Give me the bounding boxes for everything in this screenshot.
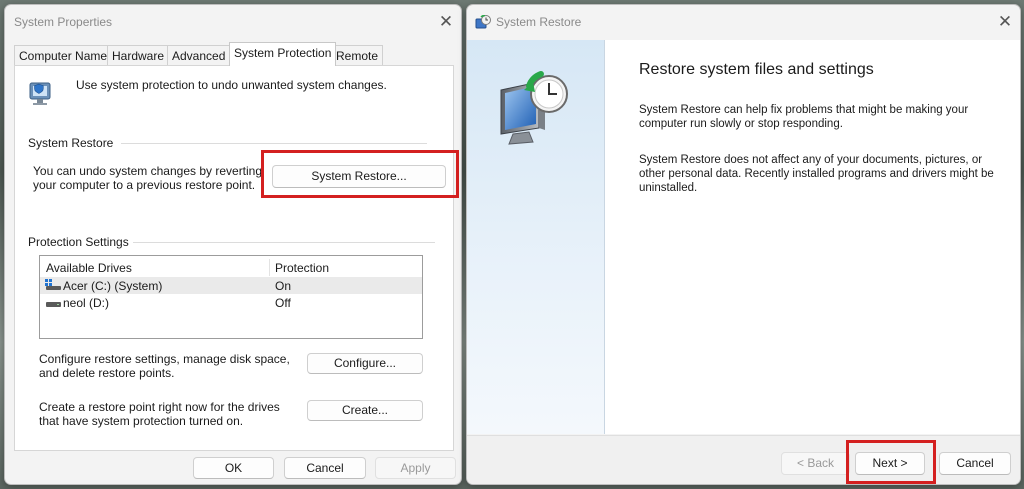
system-properties-window: System Properties ✕ Computer Name Hardwa…: [4, 4, 462, 485]
tab-computer-name[interactable]: Computer Name: [14, 45, 113, 65]
tab-advanced[interactable]: Advanced: [167, 45, 231, 65]
column-divider: [269, 259, 270, 276]
divider: [121, 143, 427, 144]
close-icon[interactable]: ✕: [994, 11, 1016, 33]
wizard-footer: < Back Next > Cancel: [467, 435, 1020, 484]
intro-text: Use system protection to undo unwanted s…: [76, 78, 387, 92]
table-row[interactable]: neol (D:) Off: [40, 294, 422, 311]
configure-button[interactable]: Configure...: [307, 353, 423, 374]
window-title: System Properties: [14, 15, 113, 29]
title-bar[interactable]: System Properties ✕: [5, 5, 461, 39]
system-restore-description: You can undo system changes by reverting…: [33, 164, 263, 192]
wizard-heading: Restore system files and settings: [639, 61, 874, 78]
wizard-paragraph-1: System Restore can help fix problems tha…: [639, 104, 969, 130]
highlight-box: [846, 440, 936, 484]
close-icon[interactable]: ✕: [435, 11, 457, 33]
configure-description: Configure restore settings, manage disk …: [39, 352, 290, 380]
create-description: Create a restore point right now for the…: [39, 400, 280, 428]
create-button[interactable]: Create...: [307, 400, 423, 421]
title-bar[interactable]: System Restore ✕: [467, 5, 1020, 39]
ok-button[interactable]: OK: [193, 457, 274, 479]
table-row[interactable]: Acer (C:) (System) On: [40, 277, 422, 294]
back-button[interactable]: < Back: [781, 452, 850, 475]
tab-system-protection[interactable]: System Protection: [229, 42, 337, 66]
drive-name: Acer (C:) (System): [63, 279, 163, 293]
tab-hardware[interactable]: Hardware: [107, 45, 170, 65]
drives-list[interactable]: Available Drives Protection Acer (C:) (S…: [39, 255, 423, 339]
protection-settings-heading: Protection Settings: [28, 235, 129, 249]
highlight-box: [261, 150, 459, 198]
system-restore-window: System Restore ✕ Restore system files an…: [466, 4, 1021, 485]
wizard-content: Restore system files and settings System…: [605, 40, 1020, 434]
system-restore-heading: System Restore: [28, 136, 114, 150]
system-restore-hero-icon: [493, 68, 579, 154]
list-header: Available Drives Protection: [40, 259, 422, 276]
system-restore-icon: [475, 14, 491, 31]
system-protection-icon: [27, 77, 57, 109]
drive-protection: Off: [275, 296, 291, 310]
drive-name: neol (D:): [63, 296, 110, 310]
drive-icon: [45, 298, 61, 308]
window-title: System Restore: [496, 15, 582, 29]
column-header-drives[interactable]: Available Drives: [46, 261, 132, 275]
wizard-sidebar: [467, 40, 605, 434]
system-drive-icon: [45, 279, 61, 291]
apply-button[interactable]: Apply: [375, 457, 456, 479]
tab-remote[interactable]: Remote: [331, 45, 384, 65]
drive-protection: On: [275, 279, 292, 293]
divider: [133, 242, 435, 243]
cancel-button[interactable]: Cancel: [284, 457, 366, 479]
column-header-protection[interactable]: Protection: [275, 261, 329, 275]
cancel-button[interactable]: Cancel: [939, 452, 1011, 475]
wizard-paragraph-2: System Restore does not affect any of yo…: [639, 154, 994, 194]
